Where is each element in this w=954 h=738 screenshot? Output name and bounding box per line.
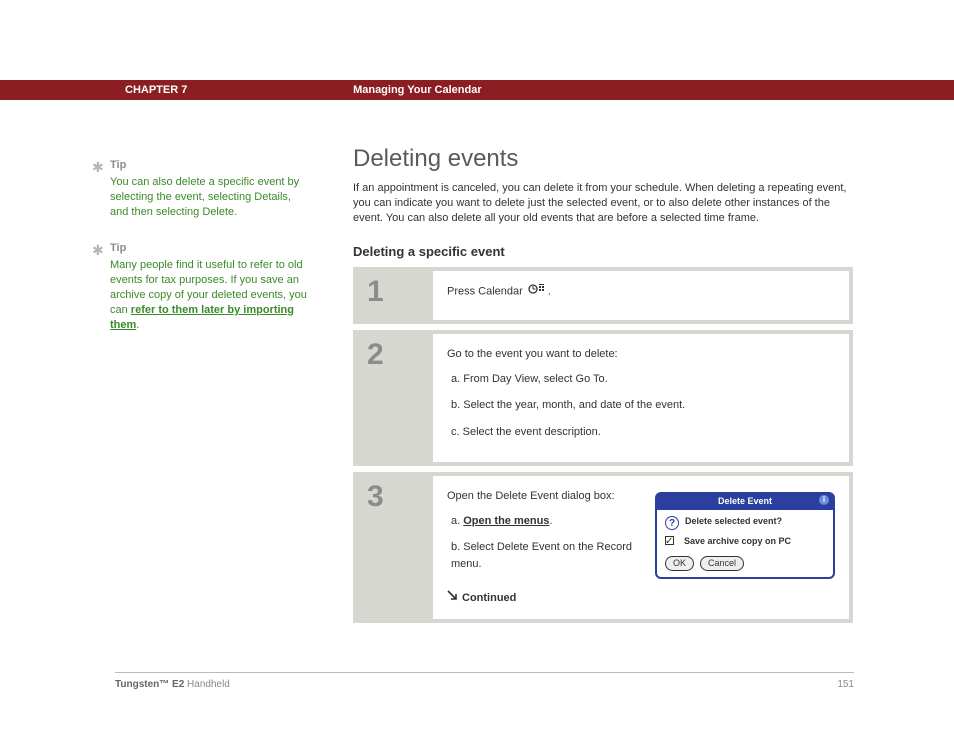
- main-content: Deleting events If an appointment is can…: [353, 145, 853, 629]
- question-icon: ?: [665, 516, 679, 530]
- archive-checkbox: [665, 536, 674, 545]
- continued-label: Continued: [462, 592, 516, 604]
- page-title: Deleting events: [353, 145, 853, 173]
- delete-event-dialog: Delete Event i ? Delete selected event?: [655, 492, 835, 579]
- step-body: Open the Delete Event dialog box: a. Ope…: [433, 476, 849, 619]
- chapter-header: CHAPTER 7 Managing Your Calendar: [0, 80, 954, 100]
- substep-a: a. From Day View, select Go To.: [451, 371, 835, 388]
- step-body: Press Calendar .: [433, 271, 849, 321]
- page-number: 151: [837, 679, 854, 690]
- substep-suffix: .: [549, 515, 552, 527]
- tip-2: ✱ Tip Many people find it useful to refe…: [110, 241, 310, 332]
- dialog-screenshot: Delete Event i ? Delete selected event?: [655, 488, 835, 607]
- step-1: 1 Press Calendar: [353, 267, 853, 325]
- substep-b: b. Select the year, month, and date of t…: [451, 397, 835, 414]
- archive-label: Save archive copy on PC: [684, 536, 791, 547]
- open-menus-link[interactable]: Open the menus: [463, 515, 549, 527]
- info-icon: i: [819, 495, 829, 505]
- asterisk-icon: ✱: [92, 241, 104, 260]
- continued-marker: Continued: [447, 590, 641, 607]
- substep-b: b. Select Delete Event on the Record men…: [451, 539, 641, 572]
- product-rest: Handheld: [184, 679, 230, 690]
- product-name: Tungsten™ E2 Handheld: [115, 679, 230, 690]
- cancel-button: Cancel: [700, 556, 744, 571]
- step-lead: Open the Delete Event dialog box:: [447, 488, 641, 505]
- page-footer: Tungsten™ E2 Handheld 151: [115, 672, 854, 690]
- intro-paragraph: If an appointment is canceled, you can d…: [353, 181, 853, 226]
- dialog-title-text: Delete Event: [718, 496, 772, 506]
- step-3: 3 Open the Delete Event dialog box: a. O…: [353, 472, 853, 623]
- substep-a: a. Open the menus.: [451, 513, 641, 530]
- dialog-question: Delete selected event?: [685, 516, 782, 527]
- chapter-number: CHAPTER 7: [125, 80, 350, 100]
- tip-body: Many people find it useful to refer to o…: [110, 258, 310, 332]
- step-body: Go to the event you want to delete: a. F…: [433, 334, 849, 462]
- asterisk-icon: ✱: [92, 158, 104, 177]
- ok-button: OK: [665, 556, 694, 571]
- step-lead: Go to the event you want to delete:: [447, 346, 835, 363]
- substep-prefix: a.: [451, 515, 463, 527]
- tip-label: Tip: [110, 241, 310, 256]
- tip-1: ✱ Tip You can also delete a specific eve…: [110, 158, 310, 219]
- substep-c: c. Select the event description.: [451, 424, 835, 441]
- dialog-titlebar: Delete Event i: [657, 494, 833, 510]
- product-bold: Tungsten™ E2: [115, 679, 184, 690]
- step-text-post: .: [548, 285, 551, 297]
- step-number: 2: [353, 330, 433, 466]
- section-title: Deleting a specific event: [353, 244, 853, 259]
- tip-body: You can also delete a specific event by …: [110, 175, 310, 220]
- step-2: 2 Go to the event you want to delete: a.…: [353, 330, 853, 466]
- step-number: 3: [353, 472, 433, 623]
- tip-text-post: .: [136, 319, 139, 331]
- calendar-icon: [528, 283, 546, 301]
- arrow-down-right-icon: [447, 590, 458, 607]
- chapter-title: Managing Your Calendar: [353, 80, 482, 100]
- steps-list: 1 Press Calendar: [353, 267, 853, 623]
- step-number: 1: [353, 267, 433, 325]
- step-text-pre: Press Calendar: [447, 285, 526, 297]
- tip-label: Tip: [110, 158, 310, 173]
- tips-sidebar: ✱ Tip You can also delete a specific eve…: [110, 158, 310, 354]
